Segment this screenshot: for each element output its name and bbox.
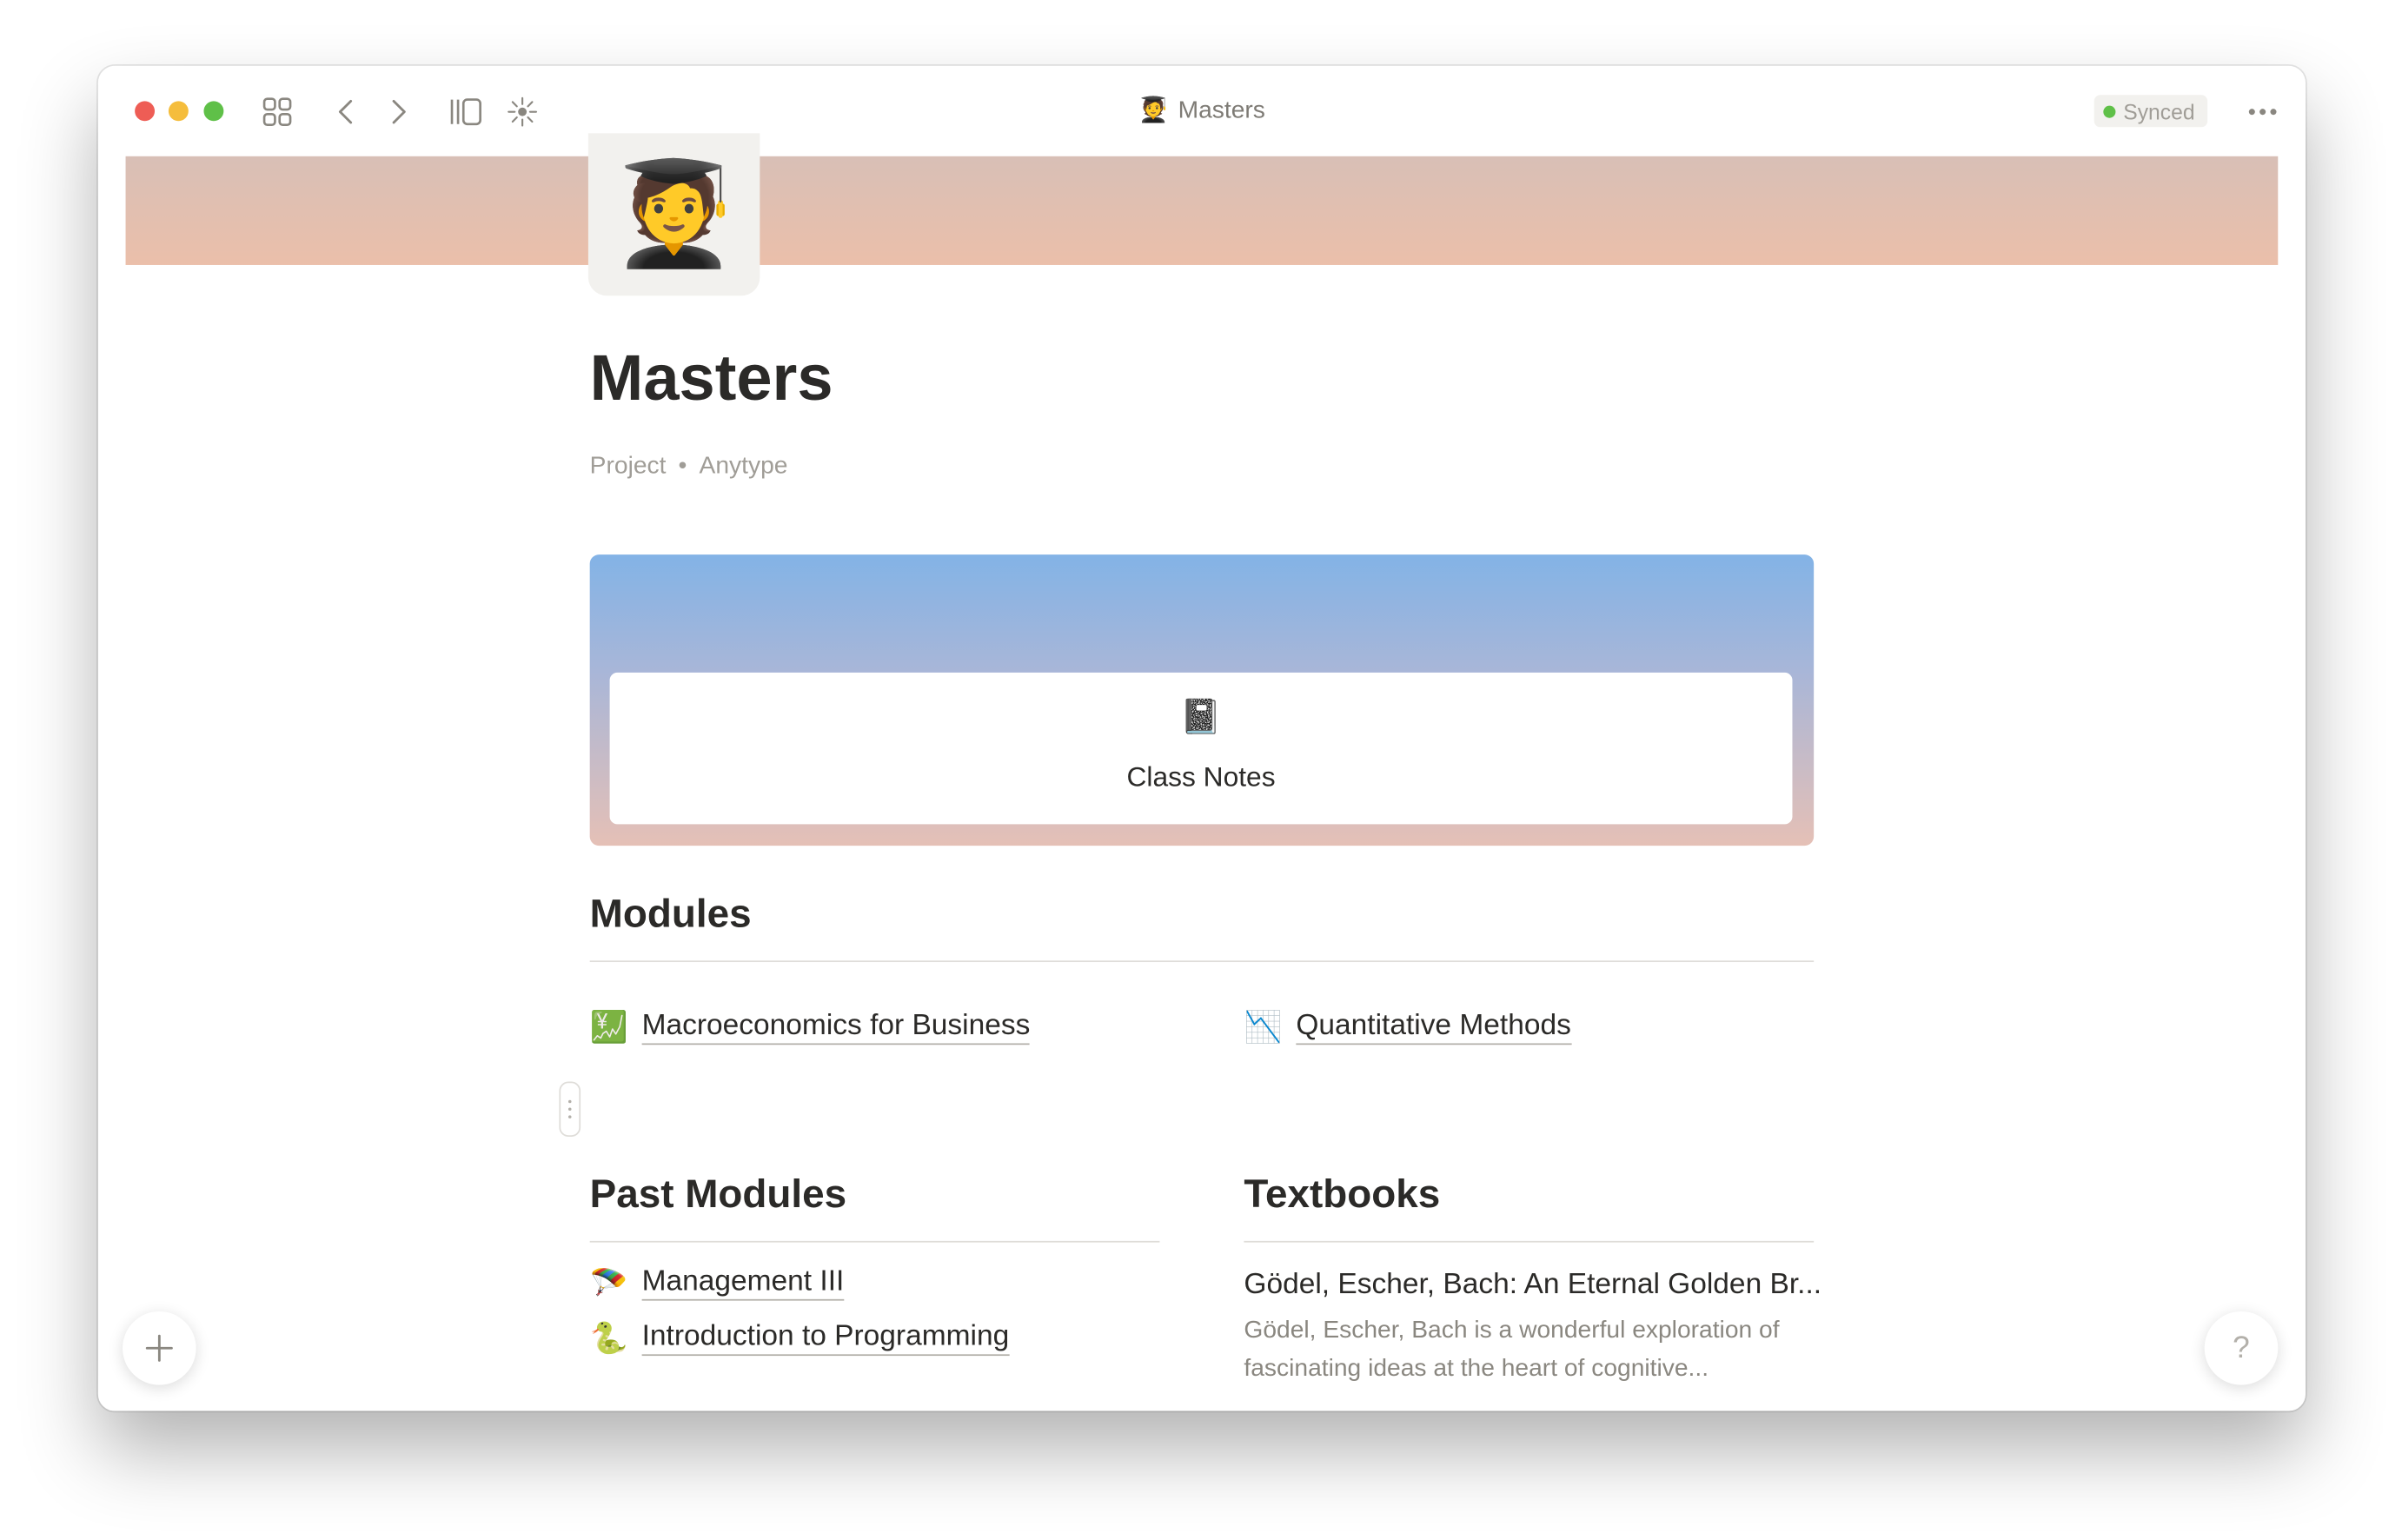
sync-status-dot-icon bbox=[2103, 104, 2116, 117]
dashboard-grid-icon[interactable] bbox=[255, 90, 298, 133]
past-module-link-management[interactable]: 🪂 Management III bbox=[590, 1264, 845, 1302]
notebook-icon: 📓 bbox=[1179, 697, 1223, 736]
page-title[interactable]: Masters bbox=[590, 342, 833, 415]
question-mark-icon: ? bbox=[2233, 1330, 2250, 1364]
column-resize-handle[interactable] bbox=[559, 1081, 581, 1137]
chart-decreasing-icon: 📉 bbox=[1244, 1011, 1283, 1045]
more-icon[interactable] bbox=[2239, 90, 2286, 133]
module-link-label: Quantitative Methods bbox=[1296, 1010, 1571, 1045]
featured-block: 📓 Class Notes bbox=[589, 554, 1815, 846]
object-type-label[interactable]: Project bbox=[590, 454, 667, 480]
window-title-icon: 🧑‍🎓 bbox=[1138, 97, 1170, 124]
module-link-quantitative-methods[interactable]: 📉 Quantitative Methods bbox=[1244, 1008, 1571, 1046]
textbooks-divider bbox=[1244, 1240, 1815, 1243]
sidebar-toggle-icon[interactable] bbox=[444, 90, 487, 133]
forward-arrow-icon[interactable] bbox=[377, 90, 420, 133]
module-link-label: Macroeconomics for Business bbox=[641, 1010, 1031, 1045]
class-notes-label: Class Notes bbox=[1126, 761, 1276, 793]
past-modules-heading[interactable]: Past Modules bbox=[590, 1171, 846, 1218]
meta-separator: • bbox=[678, 453, 687, 480]
window-title: 🧑‍🎓 Masters bbox=[98, 95, 2306, 125]
app-window: 🧑‍🎓 Masters Synced 🧑‍🎓 Masters Project • An… bbox=[97, 65, 2306, 1411]
past-module-link-label: Introduction to Programming bbox=[641, 1321, 1010, 1357]
past-module-link-label: Management III bbox=[641, 1265, 845, 1301]
plus-icon bbox=[145, 1334, 173, 1362]
minimize-window-button[interactable] bbox=[168, 101, 189, 122]
class-notes-card[interactable]: 📓 Class Notes bbox=[609, 672, 1793, 825]
title-bar: 🧑‍🎓 Masters Synced bbox=[98, 66, 2306, 155]
chart-increasing-icon: 💹 bbox=[589, 1011, 628, 1045]
textbooks-heading[interactable]: Textbooks bbox=[1244, 1171, 1440, 1218]
textbook-description: Gödel, Escher, Bach is a wonderful explo… bbox=[1244, 1318, 1780, 1383]
past-module-link-programming[interactable]: 🐍 Introduction to Programming bbox=[590, 1319, 1010, 1357]
back-arrow-icon[interactable] bbox=[325, 90, 368, 133]
modules-divider bbox=[589, 960, 1815, 963]
sync-status-badge[interactable]: Synced bbox=[2093, 95, 2207, 128]
maximize-window-button[interactable] bbox=[203, 101, 224, 122]
parachute-icon: 🪂 bbox=[589, 1266, 628, 1301]
close-window-button[interactable] bbox=[135, 101, 156, 122]
graph-icon[interactable] bbox=[501, 90, 543, 133]
help-button[interactable]: ? bbox=[2204, 1311, 2279, 1385]
space-label[interactable]: Anytype bbox=[700, 454, 788, 480]
sync-status-label: Synced bbox=[2123, 98, 2195, 123]
snake-icon: 🐍 bbox=[589, 1322, 628, 1357]
modules-heading[interactable]: Modules bbox=[590, 890, 752, 938]
page-icon[interactable]: 🧑‍🎓 bbox=[587, 133, 760, 296]
add-object-button[interactable] bbox=[123, 1311, 196, 1385]
textbook-title[interactable]: Gödel, Escher, Bach: An Eternal Golden B… bbox=[1244, 1269, 1821, 1303]
page-meta: Project • Anytype bbox=[590, 454, 788, 481]
window-title-text: Masters bbox=[1178, 97, 1265, 124]
module-link-macroeconomics[interactable]: 💹 Macroeconomics for Business bbox=[590, 1008, 1031, 1046]
page-cover[interactable] bbox=[125, 156, 2279, 265]
past-modules-divider bbox=[589, 1240, 1160, 1243]
